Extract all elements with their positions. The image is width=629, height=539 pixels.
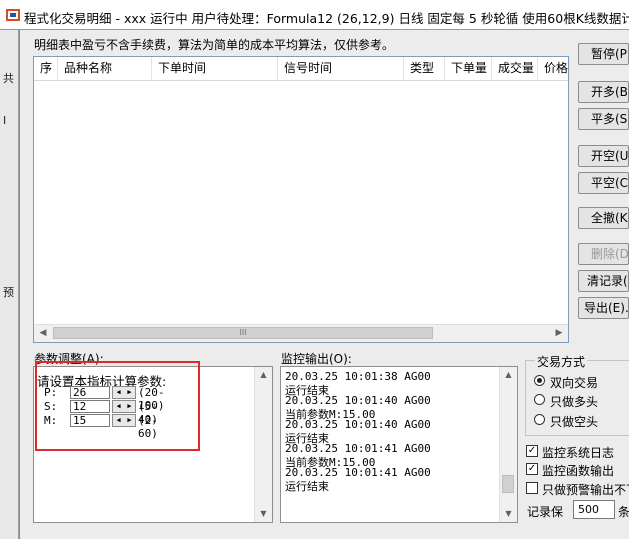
alert-only-option[interactable]: 只做预警输出不下单: [526, 481, 629, 496]
scroll-down-icon[interactable]: ▼: [255, 506, 272, 522]
radio-icon[interactable]: [534, 414, 545, 425]
clear-records-button[interactable]: 清记录(L): [578, 270, 629, 292]
monitor-function-output-option[interactable]: ✓ 监控函数输出: [526, 462, 629, 478]
checkbox-icon[interactable]: ✓: [526, 445, 538, 457]
trade-mode-option-short[interactable]: 只做空头: [534, 413, 629, 429]
records-count-input[interactable]: 500: [573, 500, 615, 519]
column-header-type[interactable]: 类型: [404, 57, 445, 80]
column-header-index[interactable]: 序: [34, 57, 58, 80]
pause-button[interactable]: 暂停(P): [578, 43, 629, 65]
scroll-down-icon[interactable]: ▼: [500, 506, 517, 522]
column-header-name[interactable]: 品种名称: [58, 57, 152, 80]
table-header: 序 品种名称 下单时间 信号时间 类型 下单量 成交量 价格: [34, 57, 570, 81]
monitor-title: 监控输出(O):: [281, 352, 352, 366]
records-label: 记录保: [527, 505, 564, 519]
checkbox-label: 监控系统日志: [542, 446, 615, 460]
trade-mode-option-both[interactable]: 双向交易: [534, 374, 629, 390]
close-long-button[interactable]: 平多(S): [578, 108, 629, 130]
app-icon: [6, 9, 20, 21]
background-text: I: [3, 114, 7, 127]
params-scrollbar[interactable]: ▲ ▼: [254, 367, 272, 522]
radio-label: 只做多头: [550, 395, 599, 409]
checkbox-icon[interactable]: ✓: [526, 463, 538, 475]
records-unit: 条: [618, 505, 629, 519]
column-header-signal-time[interactable]: 信号时间: [278, 57, 404, 80]
open-short-button[interactable]: 开空(U): [578, 145, 629, 167]
scroll-up-icon[interactable]: ▲: [500, 367, 517, 383]
background-text: 共: [3, 72, 14, 85]
background-window: 共 I 预: [0, 30, 19, 539]
scroll-thumb[interactable]: III: [53, 327, 433, 339]
log-line: 运行结束: [285, 480, 329, 493]
horizontal-scrollbar[interactable]: ◀ III ▶: [34, 324, 568, 342]
column-header-order-qty[interactable]: 下单量: [445, 57, 492, 80]
disclaimer-note: 明细表中盈亏不含手续费，算法为简单的成本平均算法，仅供参考。: [34, 38, 395, 52]
scroll-right-icon[interactable]: ▶: [551, 326, 567, 341]
column-header-filled-qty[interactable]: 成交量: [492, 57, 538, 80]
scroll-thumb[interactable]: [502, 475, 514, 493]
scroll-left-icon[interactable]: ◀: [35, 326, 51, 341]
radio-label: 双向交易: [550, 376, 599, 390]
monitor-system-log-option[interactable]: ✓ 监控系统日志: [526, 444, 629, 460]
orders-table[interactable]: 序 品种名称 下单时间 信号时间 类型 下单量 成交量 价格 ◀ III ▶: [33, 56, 570, 343]
monitor-scrollbar[interactable]: ▲ ▼: [499, 367, 517, 522]
radio-icon[interactable]: [534, 394, 545, 405]
checkbox-label: 监控函数输出: [542, 464, 615, 478]
background-text: 预: [3, 286, 14, 299]
column-header-price[interactable]: 价格: [538, 57, 570, 80]
highlight-annotation: [35, 361, 200, 451]
radio-icon[interactable]: [534, 375, 545, 386]
trade-mode-option-long[interactable]: 只做多头: [534, 393, 629, 409]
export-button[interactable]: 导出(E)...: [578, 297, 629, 319]
delete-button: 删除(D): [578, 243, 629, 265]
scroll-up-icon[interactable]: ▲: [255, 367, 272, 383]
open-long-button[interactable]: 开多(B): [578, 81, 629, 103]
window-title: 程式化交易明细 - xxx 运行中 用户待处理：Formula12 (26,12…: [24, 11, 629, 26]
close-short-button[interactable]: 平空(C): [578, 172, 629, 194]
column-header-order-time[interactable]: 下单时间: [152, 57, 278, 80]
trade-mode-title: 交易方式: [535, 353, 588, 370]
window-titlebar: 程式化交易明细 - xxx 运行中 用户待处理：Formula12 (26,12…: [0, 0, 629, 30]
monitor-output[interactable]: 20.03.25 10:01:38 AG00 运行结束 20.03.25 10:01…: [280, 366, 518, 523]
radio-label: 只做空头: [550, 415, 599, 429]
cancel-all-button[interactable]: 全撤(K): [578, 207, 629, 229]
checkbox-icon[interactable]: [526, 482, 538, 494]
checkbox-label: 只做预警输出不下单: [542, 483, 629, 496]
